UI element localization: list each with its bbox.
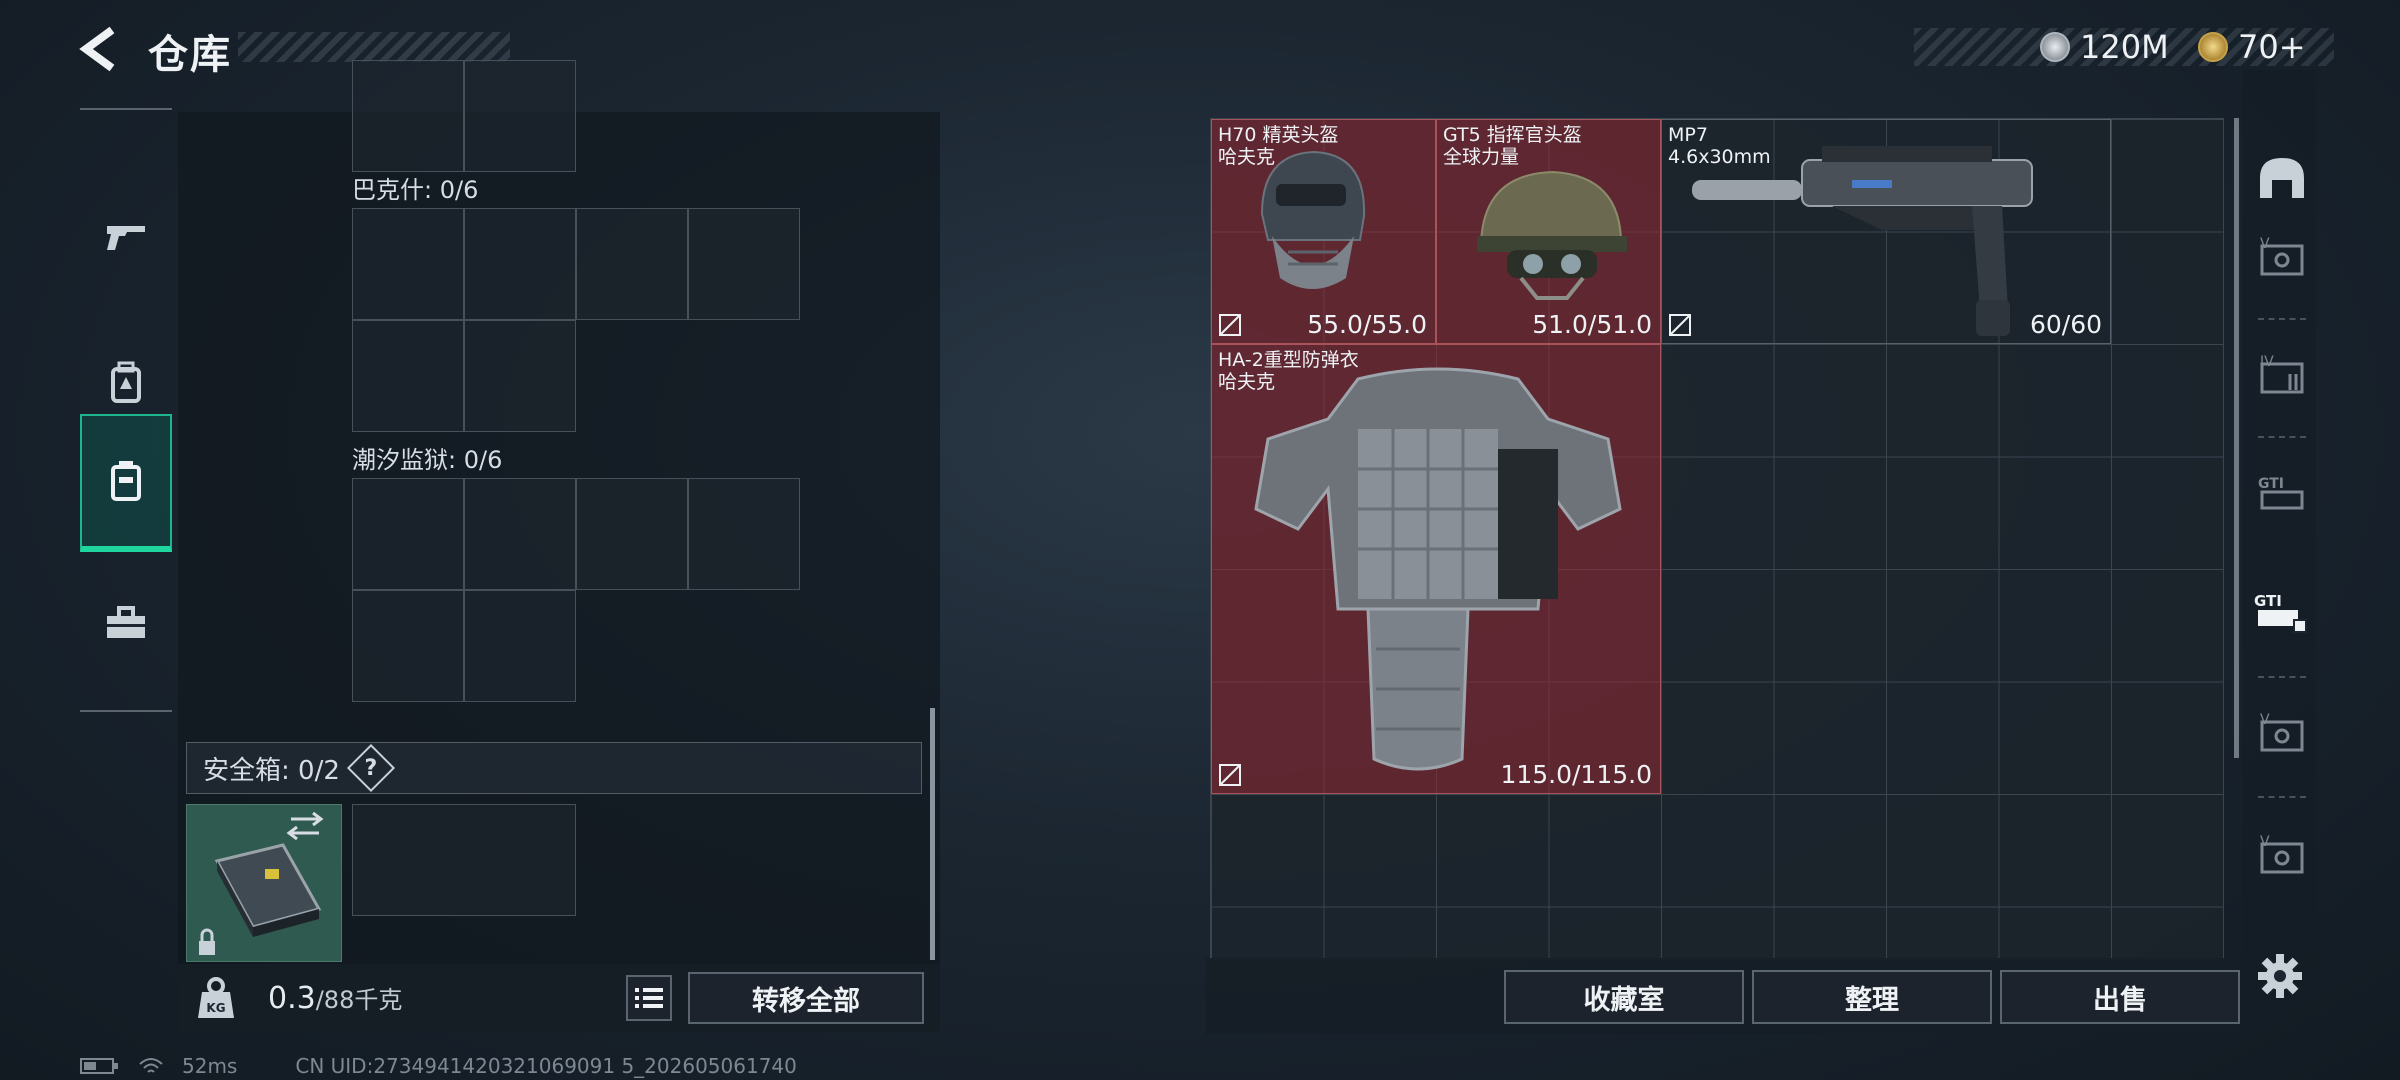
- safe-box-header: 安全箱: 0/2 ?: [186, 742, 922, 794]
- gear-icon[interactable]: [2256, 952, 2304, 1000]
- wifi-icon: [139, 1058, 163, 1073]
- ping-readout: 52ms: [182, 1054, 238, 1078]
- armor-v-icon[interactable]: V: [2254, 228, 2310, 284]
- armor-iv-icon[interactable]: IV: [2254, 346, 2310, 402]
- grid-slot[interactable]: [464, 590, 576, 702]
- help-icon[interactable]: ?: [346, 743, 395, 793]
- safe-box-slot[interactable]: [352, 804, 576, 916]
- gt1-plus-icon[interactable]: GTI: [2254, 586, 2310, 642]
- uninsured-icon: [1219, 314, 1241, 336]
- helmet-filter-icon[interactable]: [2254, 150, 2310, 206]
- page-title: 仓库: [148, 32, 232, 78]
- grid-slot[interactable]: [352, 320, 464, 432]
- status-bar: 52ms CN UID:2734941420321069091 5_202605…: [80, 1054, 797, 1078]
- svg-text:KG: KG: [206, 1001, 225, 1015]
- silver-coin-icon: [2040, 32, 2070, 62]
- item-gt5-helmet[interactable]: GT5 指挥官头盔 全球力量 51.0/51.0: [1436, 119, 1661, 344]
- grid-slot[interactable]: [688, 478, 800, 590]
- nav-weapons[interactable]: [80, 172, 172, 302]
- gun-icon: [107, 226, 145, 250]
- battery-icon: [80, 1058, 118, 1074]
- sort-button[interactable]: 整理: [1752, 970, 1992, 1024]
- svg-text:V: V: [2260, 712, 2270, 728]
- helmet-image: [1477, 170, 1627, 300]
- safe-box-item[interactable]: [186, 804, 342, 962]
- list-view-button[interactable]: [626, 975, 672, 1021]
- grid-slot[interactable]: [352, 590, 464, 702]
- armor-vest-image: [1254, 367, 1622, 771]
- weight-icon: KG: [198, 977, 234, 1018]
- safe-box-label: 安全箱: 0/2: [203, 755, 340, 786]
- gold-amount: 70+: [2238, 28, 2306, 66]
- item-ha2-vest[interactable]: HA-2重型防弹衣 哈夫克 115.0/115.0: [1211, 344, 1661, 794]
- side-nav: [80, 108, 172, 712]
- silver-currency[interactable]: 120M: [2040, 28, 2169, 66]
- stash-scrollbar[interactable]: [2234, 118, 2239, 758]
- grid-slot[interactable]: [352, 208, 464, 320]
- chest-rig-icon: [111, 461, 141, 501]
- grid-slot[interactable]: [352, 60, 464, 172]
- section-label-bakesh: 巴克什: 0/6: [352, 176, 479, 204]
- grid-slot[interactable]: [576, 208, 688, 320]
- item-h70-helmet[interactable]: H70 精英头盔 哈夫克 55.0/55.0: [1211, 119, 1436, 344]
- uninsured-icon: [1219, 764, 1241, 786]
- armor-v-icon-2[interactable]: V: [2254, 704, 2310, 760]
- weight-max: /88千克: [315, 986, 403, 1014]
- item-durability: 60/60: [2029, 310, 2102, 339]
- favorites-button[interactable]: 收藏室: [1504, 970, 1744, 1024]
- list-icon: [635, 988, 663, 1008]
- toolbox-icon: [107, 606, 145, 638]
- svg-text:GTI: GTI: [2254, 592, 2282, 610]
- uid-readout: CN UID:2734941420321069091 5_20260506174…: [295, 1054, 797, 1078]
- nav-tools[interactable]: [80, 558, 172, 688]
- grid-slot[interactable]: [464, 478, 576, 590]
- gold-currency[interactable]: 70+: [2198, 28, 2306, 66]
- transfer-all-button[interactable]: 转移全部: [688, 972, 924, 1024]
- svg-text:IV: IV: [2260, 354, 2274, 370]
- grid-slot[interactable]: [464, 60, 576, 172]
- uninsured-icon: [1669, 314, 1691, 336]
- title-decoration: [238, 32, 510, 62]
- weight-current: 0.3: [268, 981, 316, 1016]
- silver-amount: 120M: [2080, 28, 2169, 66]
- svg-text:V: V: [2260, 236, 2270, 252]
- gold-coin-icon: [2198, 32, 2228, 62]
- grid-slot[interactable]: [688, 208, 800, 320]
- secure-case-icon: [199, 811, 324, 955]
- back-arrow-icon[interactable]: [78, 26, 124, 72]
- grid-slot[interactable]: [464, 320, 576, 432]
- item-mp7[interactable]: MP7 4.6x30mm 60/60: [1661, 119, 2111, 344]
- item-name: GT5 指挥官头盔: [1443, 124, 1582, 146]
- stash-grid[interactable]: H70 精英头盔 哈夫克 55.0/55.0 GT5 指挥官头盔 全球力量 51…: [1210, 118, 2224, 960]
- item-durability: 55.0/55.0: [1307, 310, 1427, 339]
- item-durability: 51.0/51.0: [1532, 310, 1652, 339]
- item-durability: 115.0/115.0: [1500, 760, 1652, 789]
- helmet-image: [1260, 150, 1366, 289]
- grid-slot[interactable]: [464, 208, 576, 320]
- nav-equipment[interactable]: [80, 414, 172, 552]
- item-name: H70 精英头盔: [1218, 124, 1339, 146]
- weight-readout: 0.3/88千克: [268, 980, 402, 1016]
- sell-button[interactable]: 出售: [2000, 970, 2240, 1024]
- svg-text:V: V: [2260, 834, 2270, 850]
- grid-slot[interactable]: [576, 478, 688, 590]
- panel-scrollbar[interactable]: [930, 708, 935, 960]
- grid-slot[interactable]: [352, 478, 464, 590]
- section-label-tidal-prison: 潮汐监狱: 0/6: [352, 446, 503, 474]
- armor-v-icon-3[interactable]: V: [2254, 826, 2310, 882]
- gt1-icon[interactable]: GTI: [2254, 466, 2310, 522]
- svg-text:GTI: GTI: [2258, 476, 2284, 492]
- backpack-icon: [111, 361, 141, 403]
